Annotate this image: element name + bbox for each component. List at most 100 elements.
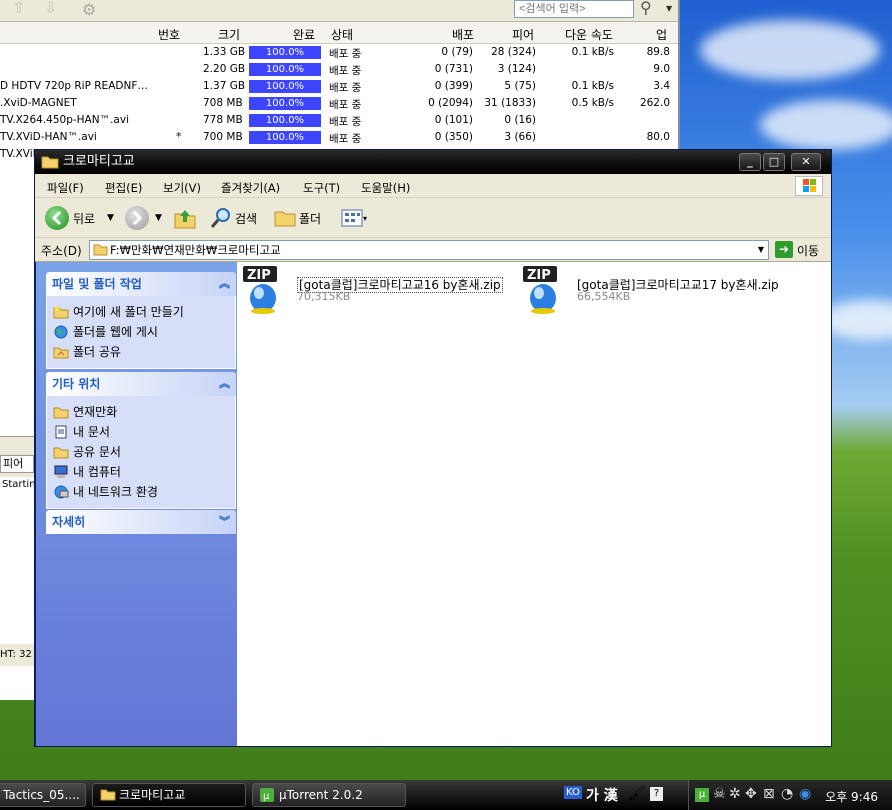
volume-tray-icon[interactable]: ◔ xyxy=(781,786,793,802)
task-publish-web[interactable]: 폴더를 웹에 게시 xyxy=(53,322,235,342)
file-size: 70,315KB xyxy=(297,290,351,303)
chevron-down-icon[interactable]: ▼ xyxy=(754,241,768,259)
file-item[interactable]: ZIP [gota클럽]크로마티고교17 by혼새.zip 66,554KB xyxy=(523,266,783,322)
search-icon[interactable] xyxy=(209,206,233,230)
address-input[interactable]: F:₩만화₩연재만화₩크로마티고교 ▼ xyxy=(89,240,769,260)
column-number[interactable]: 번호 xyxy=(158,26,180,43)
maximize-button[interactable]: □ xyxy=(763,153,785,171)
menu-tools[interactable]: 도구(T) xyxy=(303,180,340,196)
tab-peers[interactable]: 피어 xyxy=(0,455,34,473)
taskbar-button-utorrent[interactable]: µ µTorrent 2.0.2 xyxy=(252,783,406,807)
ime-mode[interactable]: 가 漢 xyxy=(586,785,618,805)
progress-bar: 100.0% xyxy=(249,46,321,59)
cell-size: 708 MB xyxy=(203,97,243,109)
cell-status: 배포 중 xyxy=(329,133,362,145)
search-icon[interactable]: ⚲ xyxy=(640,0,652,17)
back-dropdown-icon[interactable]: ▼ xyxy=(107,213,114,223)
gear-icon[interactable]: ⚙ xyxy=(82,0,96,19)
place-shared-documents[interactable]: 공유 문서 xyxy=(53,442,235,462)
back-button[interactable]: 뒤로 xyxy=(73,210,95,227)
skull-icon[interactable]: ☠ xyxy=(713,786,726,802)
place-serial-comics[interactable]: 연재만화 xyxy=(53,402,235,422)
ime-tool-icon[interactable]: 🖌 xyxy=(628,786,646,802)
minimize-button[interactable]: _ xyxy=(739,153,761,171)
column-done[interactable]: 완료 xyxy=(293,26,315,43)
taskbar-button-tactics[interactable]: Tactics_05.... xyxy=(0,783,86,807)
utorrent-tray-icon[interactable]: µ xyxy=(695,788,709,802)
table-row[interactable]: 1.33 GB 배포 중 0 (79) 28 (324) 0.1 kB/s 89.8 100… xyxy=(0,44,678,61)
svg-text:▾: ▾ xyxy=(363,214,367,223)
back-arrow-icon[interactable] xyxy=(45,206,69,230)
table-row[interactable]: 2.20 GB 배포 중 0 (731) 3 (124) 9.0 100.0% xyxy=(0,61,678,78)
zip-file-icon: ZIP xyxy=(243,266,277,314)
other-places: 기타 위치 ︽ 연재만화 내 문서 공유 문서 내 컴퓨터 내 네트워크 환경 xyxy=(46,372,236,509)
cell-size: 700 MB xyxy=(203,131,243,143)
cell-up: 3.4 xyxy=(653,80,670,92)
place-network[interactable]: 내 네트워크 환경 xyxy=(53,482,235,502)
table-row[interactable]: TV.XViD-HAN™.avi * 700 MB 배포 중 0 (350) 3 (66)… xyxy=(0,129,678,146)
details-header[interactable]: 자세히 ︾ xyxy=(46,510,236,534)
task-share-folder[interactable]: 폴더 공유 xyxy=(53,342,235,362)
progress-bar: 100.0% xyxy=(249,131,321,144)
menu-view[interactable]: 보기(V) xyxy=(163,180,201,196)
menu-edit[interactable]: 편집(E) xyxy=(105,180,142,196)
cell-name: .XviD-MAGNET xyxy=(0,97,77,109)
torrent-search-input[interactable] xyxy=(514,0,634,18)
task-pane: 파일 및 폴더 작업 ︽ 여기에 새 폴더 만들기 폴더를 웹에 게시 폴더 공… xyxy=(36,262,237,746)
place-my-computer[interactable]: 내 컴퓨터 xyxy=(53,462,235,482)
cell-peers: 3 (66) xyxy=(504,131,536,143)
task-new-folder[interactable]: 여기에 새 폴더 만들기 xyxy=(53,302,235,322)
up-folder-icon[interactable] xyxy=(173,206,197,230)
cell-size: 1.33 GB xyxy=(203,46,246,58)
down-arrow-icon[interactable]: ⇩ xyxy=(44,0,60,16)
folders-button[interactable]: 폴더 xyxy=(299,210,321,227)
places-header[interactable]: 기타 위치 ︽ xyxy=(46,372,236,396)
place-my-documents[interactable]: 내 문서 xyxy=(53,422,235,442)
cell-up: 9.0 xyxy=(653,63,670,75)
go-arrow-icon[interactable]: ➜ xyxy=(775,241,793,258)
column-down-speed[interactable]: 다운 속도 xyxy=(565,26,613,43)
column-seeds[interactable]: 배포 xyxy=(452,26,474,43)
views-icon[interactable]: ▾ xyxy=(341,209,367,227)
details-box: 자세히 ︾ xyxy=(46,510,236,534)
file-item[interactable]: ZIP [gota클럽]크로마티고교16 by혼새.zip 70,315KB xyxy=(243,266,503,322)
network-tray-icon[interactable]: ⊠ xyxy=(763,786,775,802)
tasks-header[interactable]: 파일 및 폴더 작업 ︽ xyxy=(46,272,236,296)
table-row[interactable]: TV.X264.450p-HAN™.avi 778 MB 배포 중 0 (101) 0 … xyxy=(0,112,678,129)
progress-bar: 100.0% xyxy=(249,114,321,127)
collapse-icon[interactable]: ︽ xyxy=(219,272,230,296)
close-button[interactable]: ✕ xyxy=(791,153,821,171)
sync-tray-icon[interactable]: ✥ xyxy=(745,786,757,802)
cell-status: 배포 중 xyxy=(329,99,362,111)
go-button[interactable]: 이동 xyxy=(797,242,819,259)
menu-favorites[interactable]: 즐겨찾기(A) xyxy=(221,180,280,196)
cell-num: * xyxy=(176,131,182,143)
search-button[interactable]: 검색 xyxy=(235,210,257,227)
column-status[interactable]: 상태 xyxy=(331,26,353,43)
column-peers[interactable]: 피어 xyxy=(512,26,534,43)
shared-folder-icon xyxy=(53,347,69,359)
up-arrow-icon[interactable]: ⇧ xyxy=(12,0,28,16)
taskbar-button-explorer[interactable]: 크로마티고교 xyxy=(92,783,246,807)
menu-file[interactable]: 파일(F) xyxy=(47,180,84,196)
chevron-down-icon[interactable]: ▼ xyxy=(666,4,672,13)
folders-icon[interactable] xyxy=(273,206,297,230)
column-up[interactable]: 업 xyxy=(656,26,667,43)
taskbar: Tactics_05.... 크로마티고교 µ µTorrent 2.0.2 K… xyxy=(0,780,892,810)
expand-icon[interactable]: ︾ xyxy=(219,510,230,534)
cell-up: 89.8 xyxy=(646,46,670,58)
utorrent-status-bar: HT: 32 xyxy=(0,644,36,666)
table-row[interactable]: .XviD-MAGNET 708 MB 배포 중 0 (2094) 31 (1833) 0… xyxy=(0,95,678,112)
forward-dropdown-icon[interactable]: ▼ xyxy=(155,213,162,223)
window-titlebar[interactable]: 크로마티고교 _ □ ✕ xyxy=(35,150,831,174)
file-size: 66,554KB xyxy=(577,290,631,303)
settings-tray-icon[interactable]: ✲ xyxy=(729,786,741,802)
column-size[interactable]: 크기 xyxy=(218,26,240,43)
menu-help[interactable]: 도움말(H) xyxy=(361,180,410,196)
help-icon[interactable]: ? xyxy=(650,787,663,801)
collapse-icon[interactable]: ︽ xyxy=(219,372,230,396)
language-indicator-icon[interactable]: KO xyxy=(564,786,582,799)
update-tray-icon[interactable]: ◉ xyxy=(799,786,811,802)
table-row[interactable]: D HDTV 720p RiP READNF… 1.37 GB 배포 중 0 (399… xyxy=(0,78,678,95)
forward-arrow-icon[interactable] xyxy=(125,206,149,230)
